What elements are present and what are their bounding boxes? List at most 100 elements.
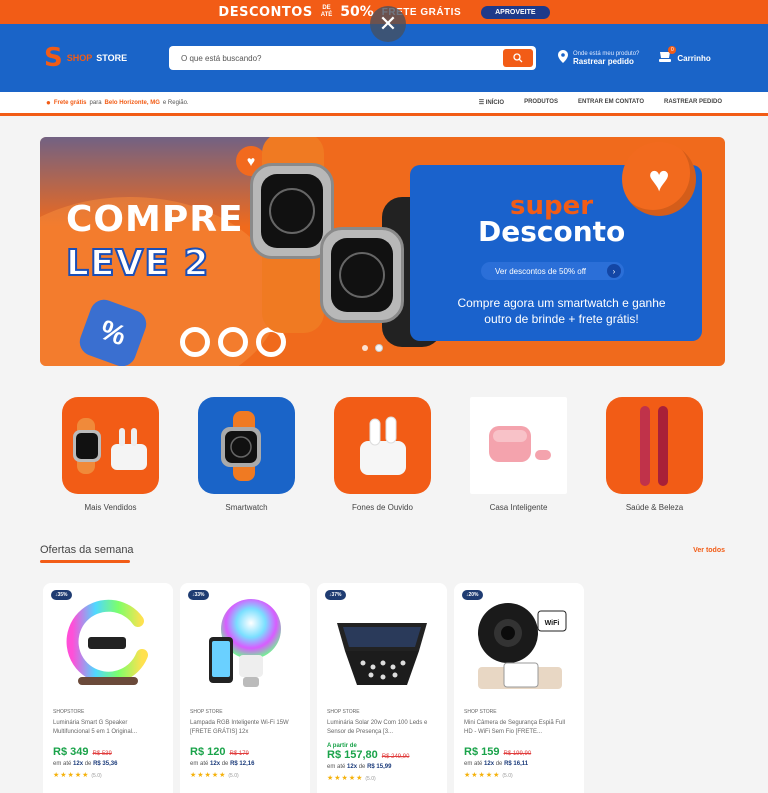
cart-label: Carrinho	[677, 53, 711, 63]
offers-title: Ofertas da semana	[40, 544, 134, 556]
cart-count-badge: 0	[668, 46, 677, 54]
hero-line2: LEVE 2	[65, 242, 210, 285]
track-order-hint: Onde está meu produto?	[573, 50, 640, 57]
rating-stars: ★★★★★ (5.0)	[464, 772, 513, 779]
shipping-free: Frete grátis	[53, 99, 87, 106]
promo-text-left: DESCONTOS	[218, 4, 313, 20]
close-icon[interactable]: ✕	[370, 6, 406, 42]
search-input[interactable]: O que está buscando?	[181, 54, 503, 63]
logo[interactable]: S SHOP STORE	[44, 45, 169, 71]
product-card[interactable]: ↓35% SHOPSTORE Luminária Smart G Speaker…	[43, 583, 173, 793]
category-smartwatch[interactable]: Smartwatch	[198, 397, 295, 512]
product-name[interactable]: Mini Câmera de Segurança Espiã Full HD -…	[464, 719, 574, 737]
rating-stars: ★★★★★ (5.0)	[190, 772, 239, 779]
product-name[interactable]: Luminária Smart G Speaker Multifuncional…	[53, 719, 163, 737]
installments: em até 12x de R$ 15,99	[327, 764, 392, 770]
product-name[interactable]: Lampada RGB Inteligente Wi-Fi 15W [FRETE…	[190, 719, 300, 737]
product-card[interactable]: ↓20% WiFi SHOP STORE Mini Câmera de Segu…	[454, 583, 584, 793]
nav-link-contato[interactable]: ENTRAR EM CONTATO	[578, 99, 644, 106]
discount-badge: ↓33%	[188, 590, 209, 600]
shipping-city[interactable]: Belo Horizonte, MG	[105, 100, 160, 106]
logo-mark: S	[44, 43, 63, 73]
product-brand: SHOP STORE	[190, 709, 223, 715]
price-now: R$ 349	[53, 746, 89, 758]
product-image	[190, 583, 300, 703]
promo-cta-button[interactable]: APROVEITE	[481, 5, 550, 19]
product-card[interactable]: ↓33% SHOP STORE Lampada RGB Inteligente …	[180, 583, 310, 793]
price-now: R$ 157,80	[327, 749, 378, 761]
price-old: R$ 199,90	[503, 751, 532, 757]
location-pin-icon	[558, 50, 568, 66]
nav-links: ☰ INÍCIO PRODUTOS ENTRAR EM CONTATO RAST…	[479, 99, 722, 106]
product-image	[327, 583, 437, 703]
hair-brush-image	[639, 405, 668, 486]
product-image: WiFi	[464, 583, 574, 703]
discount-badge: ↓35%	[51, 590, 72, 600]
carousel-dot-active[interactable]	[376, 345, 382, 351]
menu-icon: ☰	[478, 100, 486, 106]
installments: em até 12x de R$ 35,36	[53, 761, 118, 767]
category-casa-inteligente[interactable]: Casa Inteligente	[470, 397, 567, 512]
product-list: ↓35% SHOPSTORE Luminária Smart G Speaker…	[43, 583, 584, 793]
product-card[interactable]: ↓37% SHOP STORE Luminária Solar 20w Com …	[317, 583, 447, 793]
promo-de-ate: DE ATÉ	[320, 5, 333, 18]
watch-earbuds-image	[72, 417, 147, 474]
mini-camera-image: WiFi	[478, 603, 567, 689]
offers-header: Ofertas da semana Ver todos	[40, 544, 725, 556]
nav-link-inicio[interactable]: ☰ INÍCIO	[479, 99, 504, 106]
rating-stars: ★★★★★ (5.0)	[53, 772, 102, 779]
smartwatch-image	[220, 410, 261, 481]
rgb-lamp-image	[209, 599, 281, 687]
product-price: R$ 349 R$ 539	[53, 746, 163, 758]
price-old: R$ 179	[229, 751, 249, 757]
product-name[interactable]: Luminária Solar 20w Com 100 Leds e Senso…	[327, 719, 437, 737]
search-button[interactable]	[503, 49, 533, 67]
carousel-dots	[362, 345, 382, 351]
hero-cta-button[interactable]: Ver descontos de 50% off ›	[481, 262, 624, 280]
category-label: Casa Inteligente	[489, 503, 548, 512]
see-all-link[interactable]: Ver todos	[693, 547, 725, 554]
product-brand: SHOP STORE	[464, 709, 497, 715]
promo-percent: 50%	[340, 4, 374, 20]
nav-link-produtos[interactable]: PRODUTOS	[524, 99, 558, 106]
category-mais-vendidos[interactable]: Mais Vendidos	[62, 397, 159, 512]
hero-desconto: Desconto	[478, 215, 626, 248]
nav-bar: ● Frete grátis para Belo Horizonte, MG e…	[0, 92, 768, 116]
category-image	[62, 397, 159, 494]
shipping-mid: para	[89, 99, 102, 106]
price-now: R$ 120	[190, 746, 226, 758]
discount-badge: ↓20%	[462, 590, 483, 600]
carousel-dot[interactable]	[362, 345, 368, 351]
smart-g-speaker-image	[66, 599, 148, 685]
category-saude-beleza[interactable]: Saúde & Beleza	[606, 397, 703, 512]
search-icon	[513, 53, 523, 63]
solar-light-image	[337, 623, 427, 685]
offers-underline	[40, 560, 130, 563]
shipping-info: ● Frete grátis para Belo Horizonte, MG e…	[46, 98, 479, 107]
hero-circles	[180, 327, 286, 357]
discount-badge: ↓37%	[325, 590, 346, 600]
product-brand: SHOPSTORE	[53, 709, 85, 715]
category-label: Fones de Ouvido	[352, 503, 413, 512]
track-order-link[interactable]: Onde está meu produto? Rastrear pedido	[558, 50, 639, 66]
category-image	[198, 397, 295, 494]
earbuds-image	[359, 416, 406, 475]
price-old: R$ 539	[92, 751, 112, 757]
search-bar[interactable]: O que está buscando?	[169, 46, 536, 70]
svg-text:WiFi: WiFi	[545, 620, 560, 627]
heart-badge-icon: ♥	[622, 142, 696, 216]
pink-earbuds-image	[488, 425, 551, 462]
category-fones[interactable]: Fones de Ouvido	[334, 397, 431, 512]
price-old: R$ 249,90	[381, 754, 410, 760]
category-image	[470, 397, 567, 494]
hero-banner[interactable]: COMPRE 1 LEVE 2 % ♥ super Desconto Ver d…	[40, 137, 725, 366]
product-brand: SHOP STORE	[327, 709, 360, 715]
cart-button[interactable]: 0 Carrinho	[659, 46, 711, 65]
nav-link-rastrear[interactable]: RASTREAR PEDIDO	[664, 99, 722, 106]
shipping-suffix: e Região.	[162, 99, 189, 106]
installments: em até 12x de R$ 16,11	[464, 761, 529, 767]
cart-icon: 0	[659, 46, 677, 65]
category-list: Mais Vendidos Smartwatch Fones de Ouvido	[40, 397, 725, 512]
product-image	[53, 583, 163, 703]
category-image	[606, 397, 703, 494]
